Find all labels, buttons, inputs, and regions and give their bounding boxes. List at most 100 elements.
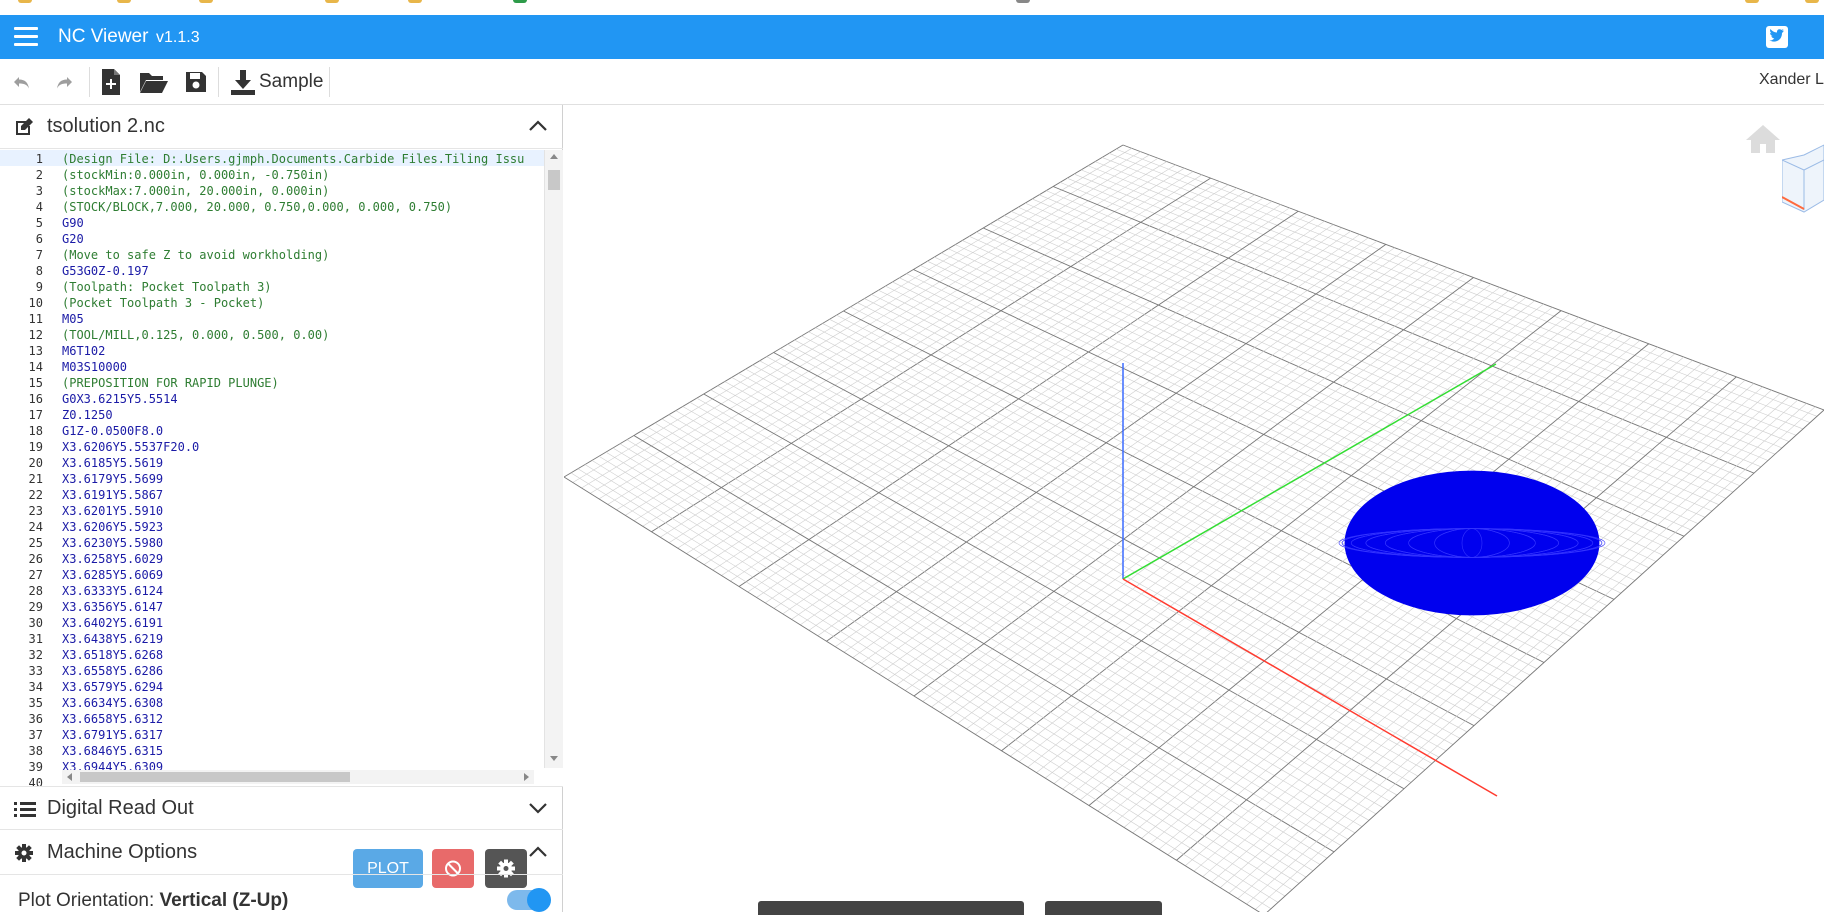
toolpath-loop xyxy=(1344,470,1600,616)
code-line[interactable]: X3.6179Y5.5699 xyxy=(62,472,163,486)
code-line[interactable]: M03S10000 xyxy=(62,360,127,374)
grid-line xyxy=(1185,379,1746,866)
line-number: 25 xyxy=(28,536,43,550)
machine-options-header[interactable]: Machine Options xyxy=(0,831,563,875)
scroll-down-icon[interactable] xyxy=(550,756,558,762)
bottom-tab[interactable] xyxy=(1045,901,1162,915)
vertical-scrollbar[interactable] xyxy=(544,150,563,768)
line-number: 36 xyxy=(28,712,43,726)
plot-orientation-toggle[interactable] xyxy=(507,888,551,912)
code-line[interactable]: (Pocket Toolpath 3 - Pocket) xyxy=(62,296,264,310)
horizontal-scrollbar[interactable] xyxy=(62,770,534,784)
new-file-icon[interactable] xyxy=(100,66,122,98)
code-line[interactable]: X3.6658Y5.6312 xyxy=(62,712,163,726)
line-number: 14 xyxy=(28,360,43,374)
sample-download-button[interactable]: Sample xyxy=(229,66,323,98)
code-line[interactable]: X3.6438Y5.6219 xyxy=(62,632,163,646)
code-line[interactable]: (TOOL/MILL,0.125, 0.000, 0.500, 0.00) xyxy=(62,328,329,342)
redo-icon[interactable] xyxy=(52,66,76,98)
code-line[interactable]: X3.6191Y5.5867 xyxy=(62,488,163,502)
scroll-right-icon[interactable] xyxy=(524,773,530,781)
line-number: 28 xyxy=(28,584,43,598)
code-line[interactable]: G90 xyxy=(62,216,84,230)
bottom-tab[interactable] xyxy=(758,901,1024,915)
dro-header[interactable]: Digital Read Out xyxy=(0,786,563,830)
user-name[interactable]: Xander Lu xyxy=(1759,71,1824,89)
plot-orientation-label: Plot Orientation: xyxy=(18,890,155,911)
hamburger-menu-icon[interactable] xyxy=(14,27,38,47)
view-cube[interactable] xyxy=(1781,135,1824,230)
scroll-up-icon[interactable] xyxy=(550,153,558,159)
line-number: 26 xyxy=(28,552,43,566)
grid-line xyxy=(1176,376,1737,861)
chevron-down-icon[interactable] xyxy=(529,801,547,815)
code-line[interactable]: X3.6634Y5.6308 xyxy=(62,696,163,710)
grid-line xyxy=(1228,396,1790,894)
line-number: 37 xyxy=(28,728,43,742)
app-title-bar: NC Viewer v1.1.3 xyxy=(0,15,1824,59)
line-number: 9 xyxy=(35,280,43,294)
code-line[interactable]: M6T102 xyxy=(62,344,105,358)
scroll-left-icon[interactable] xyxy=(66,773,72,781)
code-line[interactable]: X3.6791Y5.6317 xyxy=(62,728,163,742)
code-line[interactable]: X3.6356Y5.6147 xyxy=(62,600,163,614)
code-line[interactable]: (Design File: D:.Users.gjmph.Documents.C… xyxy=(62,152,524,166)
code-line[interactable]: X3.6402Y5.6191 xyxy=(62,616,163,630)
line-number: 22 xyxy=(28,488,43,502)
chevron-up-icon[interactable] xyxy=(529,119,547,133)
3d-viewport[interactable] xyxy=(564,105,1824,912)
code-line[interactable]: X3.6258Y5.6029 xyxy=(62,552,163,566)
code-line[interactable]: (STOCK/BLOCK,7.000, 20.000, 0.750,0.000,… xyxy=(62,200,452,214)
line-number: 21 xyxy=(28,472,43,486)
save-icon[interactable] xyxy=(184,66,208,98)
code-line[interactable]: (stockMax:7.000in, 20.000in, 0.000in) xyxy=(62,184,329,198)
code-line[interactable]: X3.6201Y5.5910 xyxy=(62,504,163,518)
line-number: 11 xyxy=(28,312,43,326)
code-line[interactable]: X3.6206Y5.5537F20.0 xyxy=(62,440,199,454)
code-line[interactable]: (Toolpath: Pocket Toolpath 3) xyxy=(62,280,272,294)
gcode-editor[interactable]: 1 (Design File: D:.Users.gjmph.Documents.… xyxy=(0,150,563,786)
toolpath xyxy=(1338,470,1606,616)
code-line[interactable]: X3.6285Y5.6069 xyxy=(62,568,163,582)
code-line[interactable]: X3.6230Y5.5980 xyxy=(62,536,163,550)
grid-line xyxy=(626,439,1328,859)
code-line[interactable]: (PREPOSITION FOR RAPID PLUNGE) xyxy=(62,376,279,390)
code-line[interactable]: X3.6185Y5.5619 xyxy=(62,456,163,470)
edit-icon xyxy=(16,118,33,135)
toolpath-scene[interactable] xyxy=(564,105,1824,912)
left-panel: tsolution 2.nc 1 (Design File: D:.Users.g… xyxy=(0,105,563,912)
vertical-scroll-thumb[interactable] xyxy=(548,170,560,190)
code-line[interactable]: G53G0Z-0.197 xyxy=(62,264,149,278)
line-number: 8 xyxy=(35,264,43,278)
code-line[interactable]: G1Z-0.0500F8.0 xyxy=(62,424,163,438)
code-line[interactable]: X3.6333Y5.6124 xyxy=(62,584,163,598)
code-line[interactable]: Z0.1250 xyxy=(62,408,113,422)
line-number: 12 xyxy=(28,328,43,342)
code-line[interactable]: X3.6518Y5.6268 xyxy=(62,648,163,662)
code-line[interactable]: X3.6579Y5.6294 xyxy=(62,680,163,694)
grid-line xyxy=(619,443,1321,865)
code-line[interactable]: X3.6846Y5.6315 xyxy=(62,744,163,758)
line-number: 13 xyxy=(28,344,43,358)
code-line[interactable]: X3.6206Y5.5923 xyxy=(62,520,163,534)
code-line[interactable]: M05 xyxy=(62,312,84,326)
twitter-icon[interactable] xyxy=(1766,26,1788,48)
line-number: 40 xyxy=(28,776,43,786)
plot-orientation-row: Plot Orientation: Vertical (Z-Up) xyxy=(18,890,288,912)
line-number: 30 xyxy=(28,616,43,630)
undo-icon[interactable] xyxy=(10,66,34,98)
code-line[interactable]: X3.6558Y5.6286 xyxy=(62,664,163,678)
toolbar: Sample Xander Lu xyxy=(0,59,1824,105)
editor-header[interactable]: tsolution 2.nc xyxy=(0,105,563,149)
code-line[interactable]: G20 xyxy=(62,232,84,246)
line-number: 31 xyxy=(28,632,43,646)
horizontal-scroll-thumb[interactable] xyxy=(80,772,350,782)
code-line[interactable]: (Move to safe Z to avoid workholding) xyxy=(62,248,329,262)
chevron-up-icon[interactable] xyxy=(529,845,547,859)
home-icon[interactable] xyxy=(1744,123,1782,160)
folder-open-icon[interactable] xyxy=(139,66,169,98)
grid-line xyxy=(1193,383,1755,872)
code-line[interactable]: (stockMin:0.000in, 0.000in, -0.750in) xyxy=(62,168,329,182)
line-number: 5 xyxy=(35,216,43,230)
code-line[interactable]: G0X3.6215Y5.5514 xyxy=(62,392,178,406)
